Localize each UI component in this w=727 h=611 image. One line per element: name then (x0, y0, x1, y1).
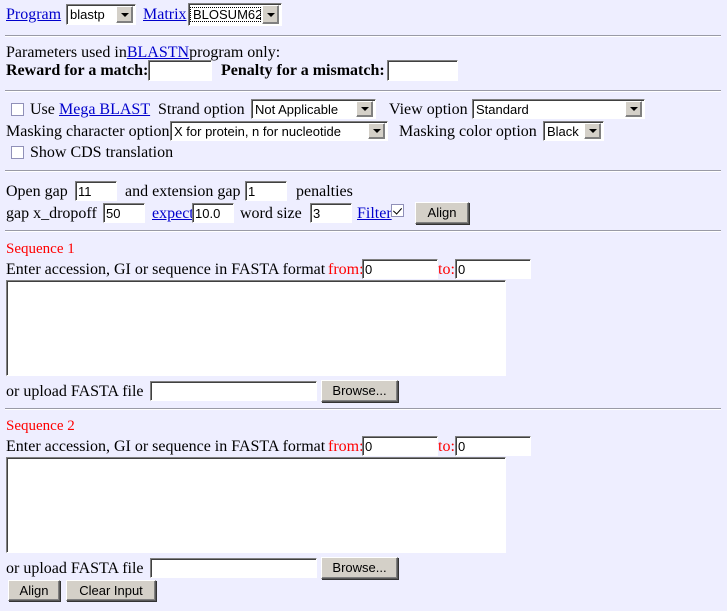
sequence2-upload-input[interactable] (150, 558, 317, 578)
chevron-down-icon (262, 5, 279, 24)
sequence1-to-label: to: (438, 261, 455, 278)
align-button-footer[interactable]: Align (8, 580, 60, 601)
sequence1-to-input[interactable] (455, 259, 531, 279)
chevron-down-icon (356, 101, 373, 117)
extension-gap-label: and extension gap (125, 183, 241, 200)
masking-color-value: Black (547, 123, 579, 139)
sequence2-textarea[interactable] (6, 457, 506, 553)
penalties-label: penalties (296, 183, 353, 200)
blastn-intro-prefix: Parameters used in (6, 44, 127, 61)
blastn-link[interactable]: BLASTN (127, 44, 189, 61)
blastn-intro-suffix: program only: (189, 44, 281, 61)
divider-1 (5, 35, 721, 37)
view-option-value: Standard (476, 101, 529, 117)
word-size-input[interactable] (310, 203, 352, 223)
divider-4 (5, 230, 721, 232)
use-mega-blast-checkbox[interactable] (11, 103, 24, 116)
expect-input[interactable] (192, 203, 234, 223)
penalty-input[interactable] (387, 60, 458, 81)
matrix-select-value: BLOSUM62 (190, 7, 261, 22)
masking-color-select[interactable]: Black (543, 121, 604, 141)
gap-dropoff-label: gap x_dropoff (6, 205, 97, 222)
gap-dropoff-input[interactable] (103, 203, 145, 223)
program-select[interactable]: blastp (66, 4, 136, 25)
chevron-down-icon (625, 101, 642, 117)
strand-option-value: Not Applicable (255, 101, 339, 117)
program-link[interactable]: Program (6, 6, 61, 23)
use-mega-blast-prefix: Use (30, 101, 55, 118)
mega-blast-link[interactable]: Mega BLAST (59, 101, 150, 118)
sequence2-heading: Sequence 2 (6, 418, 75, 434)
sequence1-enter-label: Enter accession, GI or sequence in FASTA… (6, 261, 326, 278)
chevron-down-icon (584, 123, 601, 139)
sequence2-to-input[interactable] (455, 436, 531, 456)
strand-option-label: Strand option (158, 101, 245, 118)
sequence1-upload-input[interactable] (150, 381, 317, 401)
show-cds-translation-label: Show CDS translation (30, 144, 174, 161)
open-gap-label: Open gap (6, 183, 68, 200)
masking-color-label: Masking color option (399, 123, 537, 140)
sequence2-from-input[interactable] (362, 436, 438, 456)
strand-option-select[interactable]: Not Applicable (251, 99, 376, 119)
divider-2 (5, 90, 721, 92)
chevron-down-icon (368, 123, 385, 139)
extension-gap-input[interactable] (245, 181, 287, 201)
sequence2-browse-button[interactable]: Browse... (321, 557, 398, 579)
blast-bl2seq-page: Program blastp Matrix BLOSUM62 Parameter… (0, 0, 727, 611)
penalty-label: Penalty for a mismatch: (221, 62, 385, 79)
sequence2-from-label: from: (328, 438, 364, 455)
divider-3 (5, 170, 721, 172)
chevron-down-icon (116, 6, 133, 23)
sequence1-browse-button[interactable]: Browse... (321, 380, 398, 402)
filter-checkbox[interactable] (391, 204, 404, 217)
divider-5 (5, 408, 721, 410)
sequence1-textarea[interactable] (6, 280, 506, 376)
word-size-label: word size (240, 205, 302, 222)
expect-link[interactable]: expect (152, 205, 194, 222)
open-gap-input[interactable] (75, 181, 117, 201)
show-cds-translation-checkbox[interactable] (11, 146, 24, 159)
sequence2-to-label: to: (438, 438, 455, 455)
matrix-link[interactable]: Matrix (143, 6, 187, 23)
sequence1-from-input[interactable] (362, 259, 438, 279)
clear-input-button[interactable]: Clear Input (66, 580, 156, 601)
view-option-label: View option (389, 101, 468, 118)
blastn-intro: Parameters used in BLASTN program only: (6, 44, 280, 61)
sequence1-heading: Sequence 1 (6, 241, 75, 257)
masking-character-label: Masking character option (6, 123, 170, 140)
masking-character-select[interactable]: X for protein, n for nucleotide (170, 121, 388, 141)
masking-character-value: X for protein, n for nucleotide (174, 123, 341, 139)
sequence2-upload-label: or upload FASTA file (6, 560, 144, 577)
sequence1-upload-label: or upload FASTA file (6, 383, 144, 400)
sequence2-enter-label: Enter accession, GI or sequence in FASTA… (6, 438, 326, 455)
align-button-top[interactable]: Align (415, 202, 469, 224)
program-select-value: blastp (70, 7, 105, 22)
filter-link[interactable]: Filter (357, 205, 392, 222)
view-option-select[interactable]: Standard (472, 99, 645, 119)
matrix-select[interactable]: BLOSUM62 (188, 3, 282, 26)
reward-label: Reward for a match: (6, 62, 149, 79)
sequence1-from-label: from: (328, 261, 364, 278)
reward-input[interactable] (148, 60, 212, 81)
